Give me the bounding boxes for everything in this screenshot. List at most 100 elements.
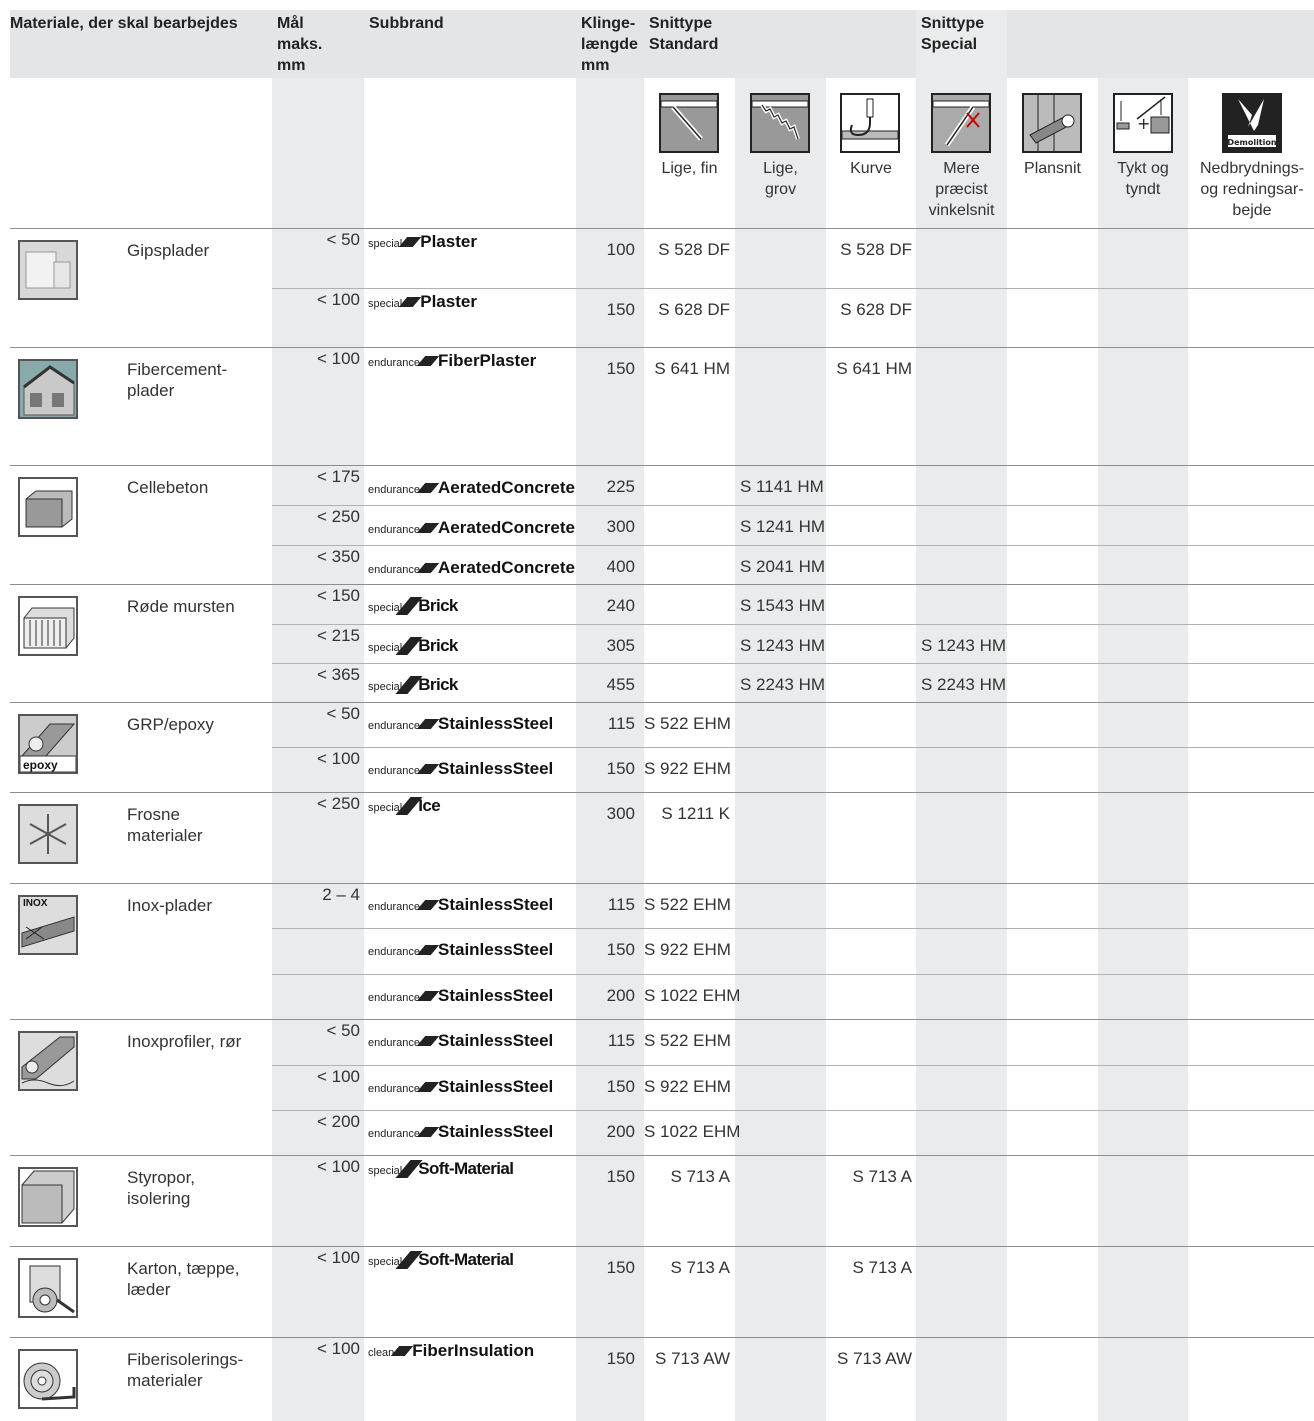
subbrand-slash-mark [416,483,440,493]
subbrand-slash-mark [416,900,440,910]
cut-type-label-straight-coarse: Lige, grov [763,160,798,198]
max-dimension: < 100 [316,749,360,768]
header-subbrand: Subbrand [369,15,444,32]
subbrand-slash-mark [399,237,422,247]
subbrand-label: endurance AeratedConcrete [368,478,575,500]
subbrand-name: StainlessSteel [438,759,554,778]
subbrand-label: special Brick [368,675,458,697]
subbrand-slash-mark [416,991,440,1001]
blade-special-precise: S 2243 HM [921,675,1007,694]
row-divider [272,624,1314,625]
blade-standard-fine: S 1022 EHM [644,986,741,1005]
subbrand-label: endurance StainlessSteel [368,895,553,917]
cut-type-label-curve: Kurve [850,160,892,177]
blade-standard-coarse: S 2041 HM [740,557,826,576]
max-dimension: < 215 [316,626,360,645]
subbrand-prefix: special [368,238,403,250]
max-dimension: 2 – 4 [322,885,360,904]
subbrand-slash-mark [399,297,422,307]
row-divider [272,928,1314,929]
max-dimension: < 365 [316,665,360,684]
row-divider [272,545,1314,546]
subbrand-label: endurance StainlessSteel [368,1031,553,1053]
subbrand-prefix: endurance [368,946,420,958]
material-name: GRP/epoxy [127,715,214,734]
frozen-material-icon [18,804,78,864]
demolition-icon: Demolition [1222,93,1282,153]
subbrand-name: Brick [418,636,458,655]
coarse-column-band [735,78,826,1421]
max-dimension: < 100 [316,1248,360,1267]
subbrand-prefix: endurance [368,1128,420,1140]
subbrand-name: StainlessSteel [438,1031,554,1050]
subbrand-label: endurance StainlessSteel [368,940,553,962]
subbrand-prefix: endurance [368,720,420,732]
max-dimension: < 100 [316,349,360,368]
blade-curve: S 713 A [852,1167,912,1186]
subbrand-name: FiberInsulation [412,1341,535,1360]
header-cut-standard: Snittype Standard [649,15,719,53]
subbrand-label: endurance StainlessSteel [368,714,553,736]
subbrand-label: endurance StainlessSteel [368,1122,553,1144]
grp-epoxy-icon-label: epoxy [23,758,58,772]
grp-epoxy-icon: epoxy [18,714,78,774]
subbrand-prefix: endurance [368,524,420,536]
blade-length: 150 [606,759,635,778]
blade-standard-fine: S 522 EHM [644,895,731,914]
subbrand-label: endurance StainlessSteel [368,986,553,1008]
subbrand-slash-mark [416,356,440,366]
subbrand-label: special Ice [368,796,441,818]
blade-length: 150 [606,300,635,319]
subbrand-prefix: endurance [368,484,420,496]
subbrand-name: FiberPlaster [438,351,537,370]
subbrand-slash-mark [416,945,440,955]
max-dimension: < 150 [316,586,360,605]
blade-standard-coarse: S 2243 HM [740,675,826,694]
row-divider [10,1337,1314,1338]
subbrand-name: StainlessSteel [438,895,554,914]
blade-curve: S 713 AW [837,1349,912,1368]
thick-thin-cut-icon: + [1113,93,1173,153]
material-name: Røde mursten [127,597,235,616]
subbrand-slash-mark [416,764,440,774]
blade-curve: S 628 DF [840,300,912,319]
blade-length-column-band [576,78,644,1421]
blade-length: 115 [607,895,635,914]
material-name: Cellebeton [127,478,209,497]
blade-length: 455 [606,675,635,694]
max-dimension: < 50 [326,704,360,723]
subbrand-slash-mark [416,1127,440,1137]
subbrand-name: Soft-Material [418,1159,514,1178]
row-divider [272,747,1314,748]
subbrand-slash-mark [416,719,440,729]
row-divider [10,347,1314,348]
material-name: Fiberisolerings- materialer [127,1350,244,1390]
red-brick-icon [18,596,78,656]
subbrand-slash-mark [391,1346,414,1356]
subbrand-slash-mark [416,523,440,533]
blade-standard-fine: S 628 DF [658,300,730,319]
subbrand-name: AeratedConcrete [438,518,575,537]
material-name: Inoxprofiler, rør [127,1032,242,1051]
row-divider [10,1246,1314,1247]
curve-cut-icon [840,93,900,153]
blade-standard-coarse: S 1141 HM [740,477,824,496]
row-divider [10,1019,1314,1020]
blade-length: 150 [606,940,635,959]
row-divider [10,702,1314,703]
subbrand-prefix: endurance [368,564,420,576]
blade-standard-fine: S 713 A [670,1167,730,1186]
row-divider [10,228,1314,229]
cut-type-label-straight-fine: Lige, fin [661,160,718,177]
subbrand-prefix: endurance [368,901,420,913]
straight-fine-cut-icon [659,93,719,153]
subbrand-label: endurance FiberPlaster [368,351,536,373]
blade-length: 100 [606,240,635,259]
material-name: Inox-plader [127,896,213,915]
subbrand-name: Brick [418,675,458,694]
subbrand-name: Ice [418,796,441,815]
subbrand-name: AeratedConcrete [438,558,575,577]
max-dimension: < 250 [316,507,360,526]
subbrand-label: endurance AeratedConcrete [368,518,575,540]
max-dimension: < 200 [316,1112,360,1131]
